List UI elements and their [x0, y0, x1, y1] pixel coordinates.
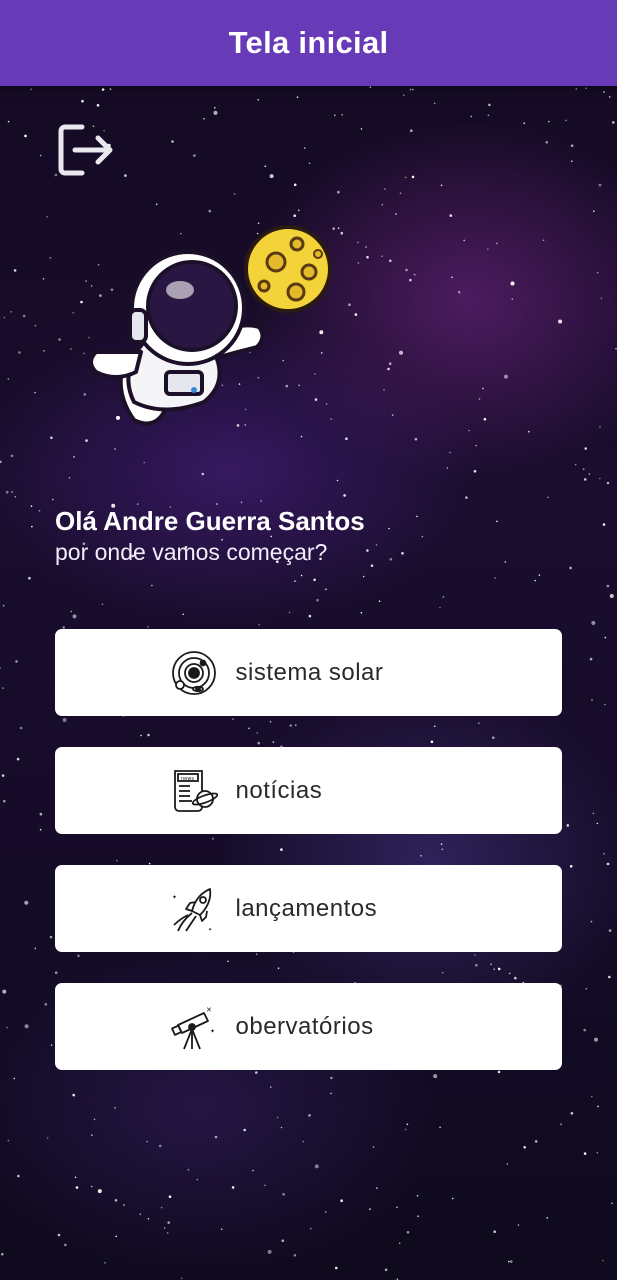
solar-system-label: sistema solar: [235, 658, 384, 686]
greeting-subtitle: por onde vamos começar?: [55, 539, 328, 565]
greeting: Olá Andre Guerra Santos por onde vamos c…: [55, 505, 365, 567]
greeting-name: Olá Andre Guerra Santos: [55, 506, 365, 536]
svg-text:✦: ✦: [210, 1028, 215, 1035]
observatories-button[interactable]: ✕ ✦ obervatórios: [55, 983, 562, 1070]
launches-label: lançamentos: [235, 894, 378, 922]
moon-icon: [244, 225, 332, 313]
astronaut-illustration: [89, 225, 332, 426]
solar-system-button[interactable]: sistema solar: [55, 629, 562, 716]
observatories-label: obervatórios: [235, 1012, 374, 1040]
logout-icon: [58, 124, 113, 176]
svg-text:news: news: [181, 776, 194, 782]
launches-button[interactable]: ✦ ✦ lançamentos: [55, 865, 562, 952]
news-icon: news: [173, 769, 218, 812]
svg-text:✦: ✦: [172, 894, 177, 901]
svg-text:✕: ✕: [206, 1007, 212, 1014]
logout-button[interactable]: [58, 124, 116, 176]
news-button[interactable]: news notícias: [55, 747, 562, 834]
app-bar: Tela inicial: [0, 0, 617, 86]
rocket-icon: ✦ ✦: [172, 887, 212, 933]
telescope-icon: ✕ ✦: [170, 1007, 215, 1049]
news-label: notícias: [235, 776, 323, 804]
solar-system-icon: [171, 650, 216, 695]
svg-text:✦: ✦: [208, 927, 212, 933]
page-title: Tela inicial: [228, 25, 389, 60]
